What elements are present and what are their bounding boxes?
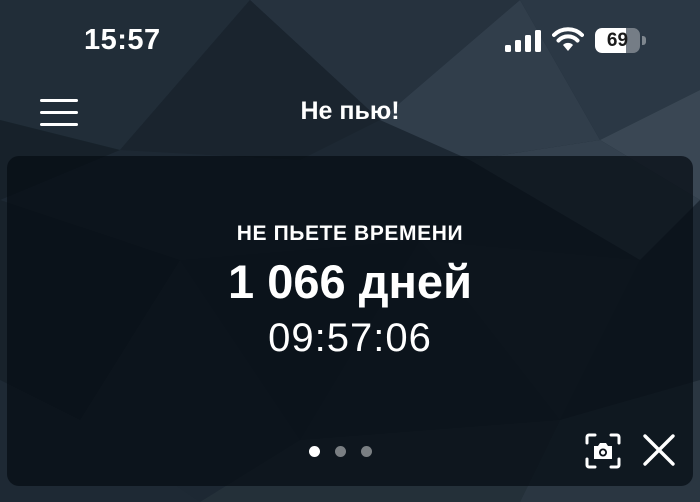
counter-label: НЕ ПЬЕТЕ ВРЕМЕНИ	[236, 222, 464, 245]
counter-days: 1 066 дней	[228, 255, 472, 308]
hamburger-menu-icon[interactable]	[40, 98, 78, 128]
page-title: Не пью!	[300, 97, 400, 125]
counter-time: 09:57:06	[268, 316, 432, 360]
sobriety-counter-card[interactable]: НЕ ПЬЕТЕ ВРЕМЕНИ 1 066 дней 09:57:06	[7, 156, 693, 486]
wifi-icon	[552, 27, 584, 51]
app-screen: 15:57 69 Не пью! НЕ ПЬЕТЕ ВРЕМЕНИ 1 066 …	[0, 0, 700, 502]
cellular-signal-icon	[505, 30, 541, 52]
battery-icon: 69	[595, 28, 647, 53]
camera-icon[interactable]	[585, 433, 621, 469]
menu-line	[40, 111, 78, 114]
status-bar-time: 15:57	[84, 24, 161, 56]
menu-line	[40, 99, 78, 102]
page-dot[interactable]	[309, 446, 320, 457]
page-dot[interactable]	[335, 446, 346, 457]
menu-line	[40, 123, 78, 126]
close-icon[interactable]	[642, 433, 676, 467]
status-bar: 15:57 69	[0, 0, 700, 84]
page-indicator	[309, 446, 372, 460]
battery-level: 69	[606, 30, 629, 51]
battery-body: 69	[595, 28, 640, 53]
battery-cap	[642, 36, 646, 45]
page-dot[interactable]	[361, 446, 372, 457]
